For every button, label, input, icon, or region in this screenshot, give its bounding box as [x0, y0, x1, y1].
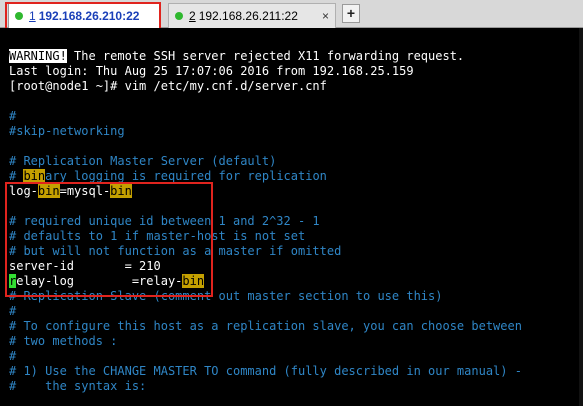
connected-status-icon — [15, 12, 23, 20]
text-segment: ary logging is required for replication — [45, 169, 327, 183]
terminal-line: #skip-networking — [9, 124, 125, 138]
terminal-line: # the syntax is: — [9, 379, 147, 393]
scrollbar[interactable] — [579, 28, 583, 406]
terminal-line: # but will not function as a master if o… — [9, 244, 342, 258]
terminal-line: Last login: Thu Aug 25 17:07:06 2016 fro… — [9, 64, 414, 78]
terminal-line: WARNING! The remote SSH server rejected … — [9, 49, 464, 64]
terminal-line: # — [9, 304, 17, 318]
terminal-line: relay-log =relay-bin — [9, 274, 205, 289]
terminal-line: # binary logging is required for replica… — [9, 169, 327, 184]
text-segment: log- — [9, 184, 38, 198]
warning-label: WARNING! — [9, 49, 67, 63]
terminal-line: # Replication Slave (comment out master … — [9, 289, 443, 303]
text-segment: elay-log =relay- — [16, 274, 183, 288]
tab-session-2[interactable]: 2 192.168.26.211:22 × — [168, 3, 336, 28]
terminal-line: log-bin=mysql-bin — [9, 184, 132, 199]
new-tab-button[interactable]: + — [342, 4, 360, 23]
tab-number: 2 — [189, 9, 196, 23]
terminal-line: # defaults to 1 if master-host is not se… — [9, 229, 306, 243]
search-match: bin — [182, 274, 205, 288]
terminal-area[interactable]: WARNING! The remote SSH server rejected … — [0, 28, 583, 406]
terminal-line: [root@node1 ~]# vim /etc/my.cnf.d/server… — [9, 79, 327, 93]
tab-bar: 1 192.168.26.210:22 2 192.168.26.211:22 … — [0, 0, 583, 28]
terminal-line: # To configure this host as a replicatio… — [9, 319, 522, 333]
terminal-line: # required unique id between 1 and 2^32 … — [9, 214, 320, 228]
connected-status-icon — [175, 12, 183, 20]
terminal-line: # — [9, 109, 17, 123]
terminal-line: # Replication Master Server (default) — [9, 154, 277, 168]
terminal-line: server-id = 210 — [9, 259, 161, 273]
search-match: bin — [110, 184, 132, 198]
close-icon[interactable]: × — [322, 9, 329, 23]
search-match: bin — [37, 184, 60, 198]
terminal-line: # — [9, 349, 17, 363]
tab-number: 1 — [29, 9, 36, 23]
warning-text: The remote SSH server rejected X11 forwa… — [66, 49, 465, 63]
text-segment: =mysql- — [59, 184, 111, 198]
text-segment: # — [9, 169, 24, 183]
search-match: bin — [23, 169, 46, 183]
tab-label: 192.168.26.210:22 — [38, 9, 140, 23]
tab-label: 192.168.26.211:22 — [198, 9, 298, 23]
terminal-line: # two methods : — [9, 334, 118, 348]
terminal-line: # 1) Use the CHANGE MASTER TO command (f… — [9, 364, 522, 378]
tab-session-1[interactable]: 1 192.168.26.210:22 — [8, 3, 160, 28]
